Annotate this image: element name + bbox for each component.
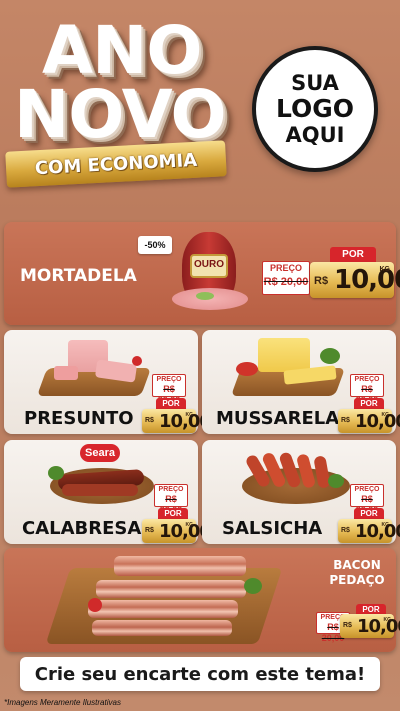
preco-label: PREÇO — [156, 376, 182, 383]
bacon-image — [45, 550, 283, 650]
price-box: R$ 10,00 KG — [142, 409, 212, 433]
unit: KG — [381, 412, 390, 418]
unit: KG — [379, 266, 391, 273]
currency: R$ — [341, 527, 350, 534]
product-name: PRESUNTO — [24, 408, 134, 429]
unit: KG — [185, 412, 194, 418]
calabresa-image: Seara — [44, 444, 156, 514]
discount-badge: -50% — [138, 236, 172, 254]
product-name: MORTADELA — [20, 266, 137, 286]
product-name: SALSICHA — [222, 518, 323, 539]
product-name-line1: BACON — [333, 558, 381, 572]
header: ANO NOVO COM ECONOMIA SUA LOGO AQUI — [0, 0, 400, 215]
por-label: POR — [330, 247, 376, 262]
unit: KG — [381, 522, 390, 528]
disclaimer: *Imagens Meramente Ilustrativas — [4, 698, 121, 707]
old-price-tag: PREÇO R$ 20,00 — [350, 484, 384, 515]
product-card-presunto[interactable]: PRESUNTO PREÇO R$ 20,00 POR R$ 10,00 KG — [4, 330, 212, 434]
cta-text: Crie seu encarte com este tema! — [34, 663, 366, 685]
logo-text-1: SUA — [291, 71, 339, 95]
product-name-line2: PEDAÇO — [329, 573, 385, 587]
por-label: POR — [156, 398, 186, 409]
unit: KG — [185, 522, 194, 528]
currency: R$ — [145, 417, 154, 424]
brand-label: OURO — [194, 259, 224, 270]
product-name: CALABRESA — [22, 518, 142, 539]
price-value: 10,00 — [355, 411, 400, 432]
logo-text-2: LOGO — [275, 94, 355, 123]
salsicha-image — [238, 444, 354, 514]
old-price-tag: PREÇO R$ 20,00 — [262, 261, 310, 295]
price-box: R$ 10,00 KG — [340, 614, 400, 638]
title-novo: NOVO — [14, 76, 227, 153]
product-card-salsicha[interactable]: SALSICHA PREÇO R$ 20,00 POR R$ 10,00 KG — [202, 440, 400, 544]
price-value: 10,00 — [334, 265, 400, 295]
old-price-tag: PREÇO R$ 20,00 — [152, 374, 186, 405]
presunto-image — [34, 334, 154, 402]
product-card-mussarela[interactable]: MUSSARELA PREÇO R$ 20,00 POR R$ 10,00 KG — [202, 330, 400, 434]
price-value: 10,00 — [357, 616, 400, 637]
title-ano: ANO — [42, 12, 202, 89]
currency: R$ — [343, 622, 352, 629]
price-box: R$ 10,00 KG — [310, 262, 400, 298]
product-name: MUSSARELA — [216, 408, 340, 429]
preco-label: PREÇO — [354, 376, 380, 383]
featured-card-mortadela[interactable]: MORTADELA OURO -50% PREÇO R$ 20,00 POR R… — [4, 222, 400, 325]
por-label: POR — [354, 508, 384, 519]
price-box: R$ 10,00 KG — [142, 519, 212, 543]
unit: KG — [383, 617, 392, 623]
cta-bar[interactable]: Crie seu encarte com este tema! — [20, 657, 380, 691]
currency: R$ — [341, 417, 350, 424]
price-value: 10,00 — [355, 521, 400, 542]
old-price: R$ 20,00 — [263, 276, 309, 288]
banner-text: COM ECONOMIA — [34, 149, 198, 179]
product-card-calabresa[interactable]: Seara CALABRESA PREÇO R$ 20,00 POR R$ 10… — [4, 440, 212, 544]
brand-label: Seara — [80, 444, 120, 462]
logo-text-3: AQUI — [285, 123, 345, 147]
mussarela-image — [230, 334, 350, 404]
logo-placeholder[interactable]: SUA LOGO AQUI — [252, 46, 378, 172]
currency: R$ — [314, 275, 329, 287]
old-price-tag: PREÇO R$ 20,00 — [350, 374, 384, 405]
mortadela-image: OURO — [164, 228, 256, 320]
por-label: POR — [158, 508, 188, 519]
currency: R$ — [145, 527, 154, 534]
preco-label: PREÇO — [269, 263, 302, 273]
preco-label: PREÇO — [158, 486, 184, 493]
por-label: POR — [354, 398, 384, 409]
old-price-tag: PREÇO R$ 20,00 — [154, 484, 188, 515]
preco-label: PREÇO — [354, 486, 380, 493]
product-card-bacon[interactable]: BACON PEDAÇO PREÇO R$ 20,00 POR R$ 10,00… — [4, 548, 400, 652]
price-box: R$ 10,00 KG — [338, 409, 400, 433]
price-box: R$ 10,00 KG — [338, 519, 400, 543]
